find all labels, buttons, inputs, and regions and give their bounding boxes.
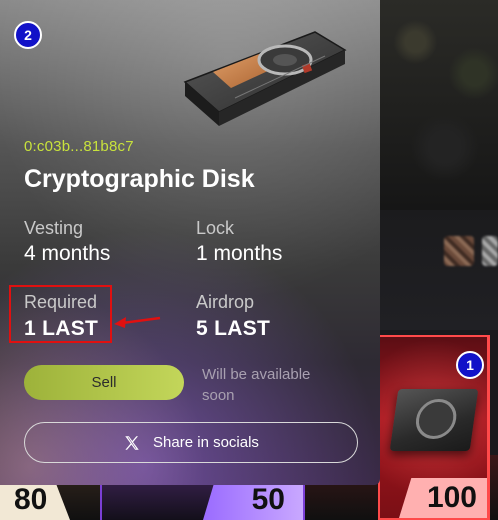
share-label: Share in socials: [153, 434, 259, 451]
sell-button[interactable]: Sell: [24, 365, 184, 400]
number-badge: 1: [456, 351, 484, 379]
wallet-address: 0:c03b...81b8c7: [24, 138, 134, 155]
lock-label: Lock: [196, 218, 235, 238]
x-icon: [125, 435, 139, 450]
nft-card-highlighted[interactable]: 1 100: [378, 335, 490, 520]
item-detail-panel: 2 0:c03b...81b8c7 Cryptographic Disk Ves…: [0, 0, 380, 485]
disk-thumbnail: [389, 389, 479, 451]
availability-note: Will be available soon: [202, 366, 311, 404]
background-artwork: [380, 0, 498, 210]
avatar: [482, 236, 498, 266]
airdrop-value: 5 LAST: [196, 317, 271, 340]
vesting-value: 4 months: [24, 242, 111, 265]
annotation-highlight-box: [9, 285, 112, 343]
avatar-strip: [444, 236, 498, 266]
vesting-label: Vesting: [24, 218, 84, 238]
background-panel: [380, 210, 498, 330]
number-badge: 2: [14, 21, 42, 49]
airdrop-label: Airdrop: [196, 292, 255, 312]
annotation-arrow-icon: [114, 316, 161, 328]
lock-value: 1 months: [196, 242, 283, 265]
card-value-tag: 80: [0, 480, 70, 520]
cryptographic-disk-image: [183, 31, 347, 126]
avatar: [444, 236, 474, 266]
item-title: Cryptographic Disk: [24, 165, 255, 193]
share-in-socials-button[interactable]: Share in socials: [24, 422, 358, 463]
card-value-tag: 50: [203, 480, 303, 520]
card-value-tag: 100: [399, 478, 487, 518]
